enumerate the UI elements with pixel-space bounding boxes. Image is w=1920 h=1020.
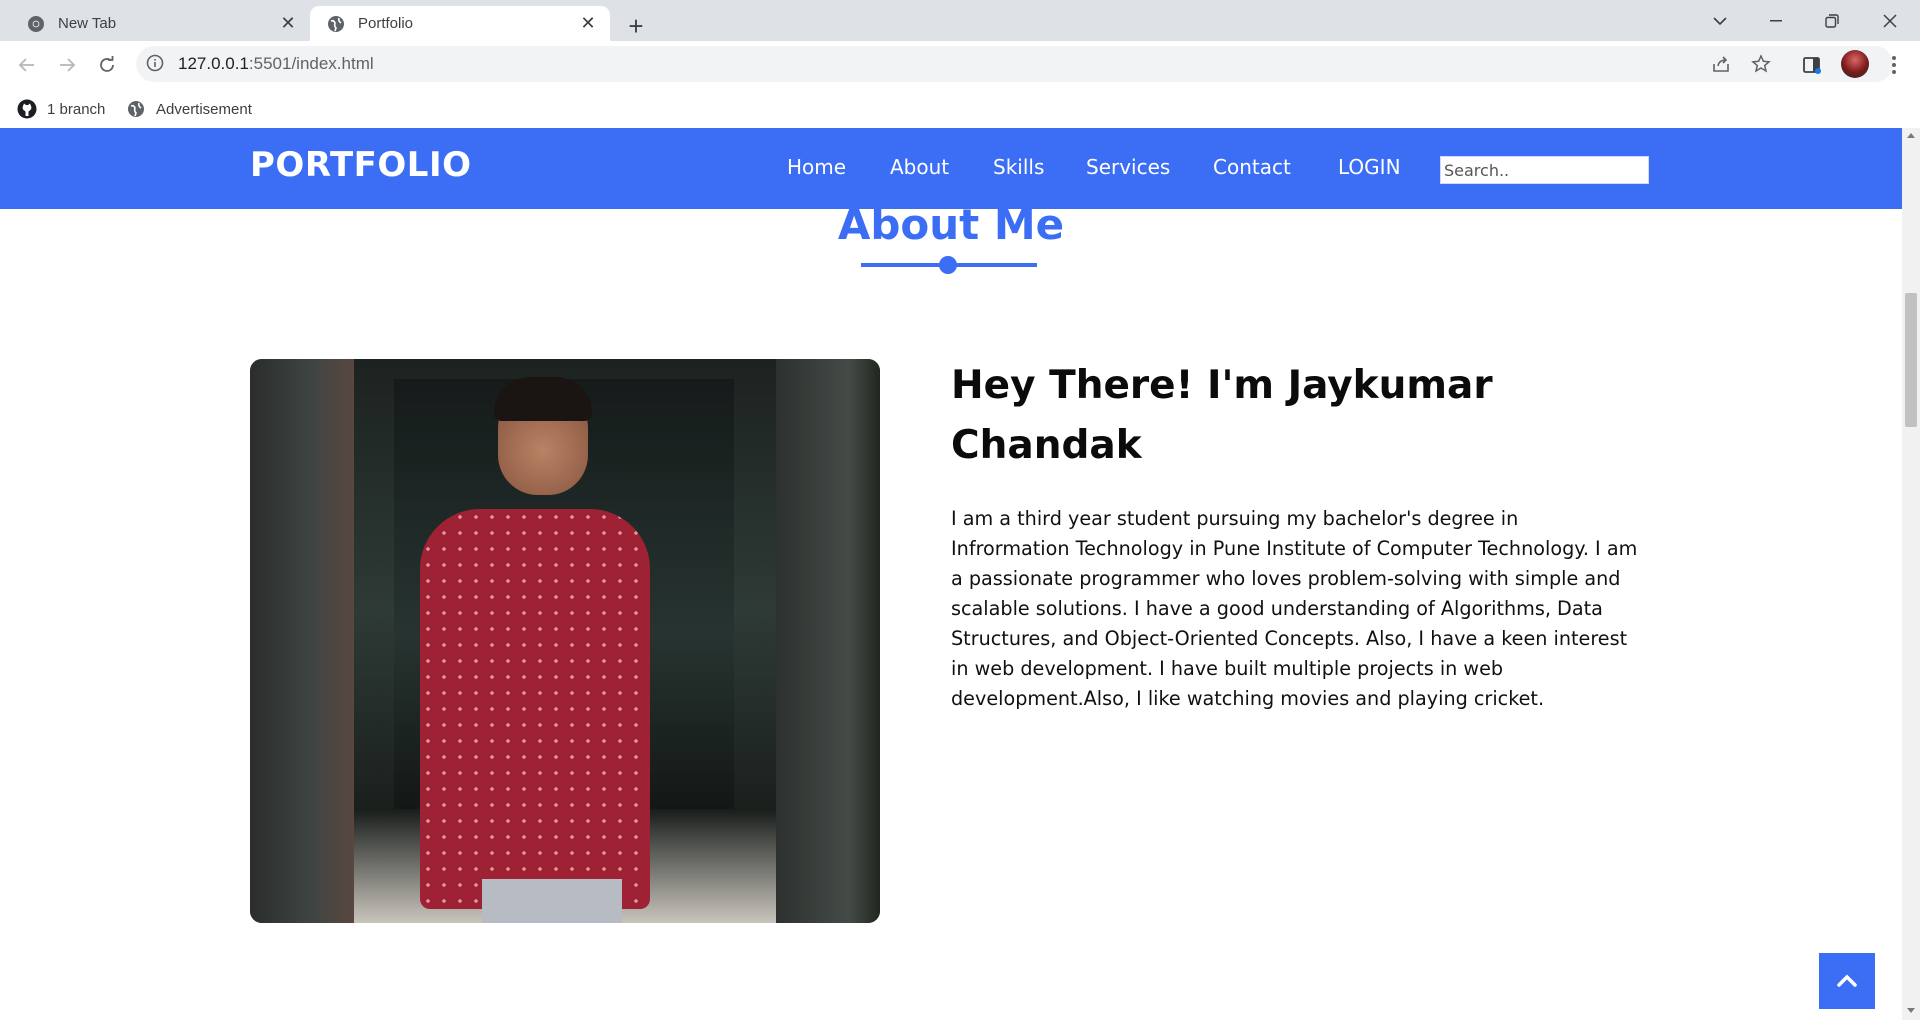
scroll-up-arrow-icon[interactable] <box>1907 133 1915 138</box>
tab-portfolio[interactable]: Portfolio ✕ <box>310 6 610 41</box>
search-input[interactable] <box>1440 156 1649 184</box>
site-navbar: PORTFOLIO Home About Skills Services Con… <box>0 128 1902 209</box>
nav-login[interactable]: LOGIN <box>1338 155 1401 179</box>
page-viewport: PORTFOLIO Home About Skills Services Con… <box>0 128 1902 1020</box>
kebab-menu-icon[interactable] <box>1884 51 1904 79</box>
star-icon[interactable] <box>1749 52 1773 76</box>
about-heading: Hey There! I'm Jaykumar Chandak <box>951 363 1493 468</box>
nav-about[interactable]: About <box>890 155 949 179</box>
globe-icon <box>326 14 346 34</box>
nav-contact[interactable]: Contact <box>1213 155 1291 179</box>
new-tab-button[interactable]: + <box>620 10 652 42</box>
tab-strip: New Tab ✕ Portfolio ✕ + <box>0 0 1920 41</box>
scroll-to-top-button[interactable] <box>1819 953 1875 1009</box>
photo-blur-right <box>776 359 880 923</box>
tab-title: Portfolio <box>358 15 414 32</box>
chevron-up-icon <box>1837 974 1857 987</box>
tab-title: New Tab <box>58 15 117 32</box>
info-icon[interactable] <box>146 54 166 74</box>
restore-button[interactable] <box>1804 0 1860 41</box>
url-path: :5501/index.html <box>248 54 374 73</box>
url-host: 127.0.0.1 <box>178 54 249 73</box>
chrome-icon <box>26 14 46 34</box>
reload-icon[interactable] <box>91 49 123 81</box>
bookmark-advertisement[interactable]: Advertisement <box>126 97 252 121</box>
sidebar-icon[interactable] <box>1796 49 1828 81</box>
bookmarks-bar: 1 branch Advertisement <box>0 89 1920 128</box>
profile-avatar[interactable] <box>1841 50 1869 78</box>
title-underline-dot <box>939 256 957 274</box>
tab-new-tab[interactable]: New Tab ✕ <box>8 6 310 41</box>
about-bio: I am a third year student pursuing my ba… <box>951 507 1638 710</box>
profile-photo <box>250 359 880 923</box>
back-arrow-icon[interactable] <box>11 49 43 81</box>
page-scrollbar[interactable] <box>1902 128 1920 1020</box>
photo-legs <box>482 879 622 923</box>
close-tab-icon[interactable]: ✕ <box>274 10 302 38</box>
photo-shirt <box>420 509 650 909</box>
site-logo[interactable]: PORTFOLIO <box>250 145 472 185</box>
github-icon <box>17 99 37 119</box>
nav-skills[interactable]: Skills <box>993 155 1044 179</box>
photo-blur-left <box>250 359 354 923</box>
minimize-button[interactable] <box>1748 0 1804 41</box>
photo-hair <box>494 377 592 421</box>
nav-home[interactable]: Home <box>787 155 846 179</box>
share-icon[interactable] <box>1709 52 1733 76</box>
browser-toolbar: 127.0.0.1:5501/index.html <box>0 41 1920 89</box>
address-bar[interactable]: 127.0.0.1:5501/index.html <box>136 46 1893 82</box>
scroll-down-arrow-icon[interactable] <box>1907 1008 1915 1013</box>
globe-icon <box>126 99 146 119</box>
close-tab-icon[interactable]: ✕ <box>574 10 602 38</box>
forward-arrow-icon[interactable] <box>51 49 83 81</box>
tab-search-icon[interactable] <box>1692 0 1748 41</box>
nav-services[interactable]: Services <box>1086 155 1170 179</box>
scrollbar-thumb[interactable] <box>1905 293 1917 427</box>
bookmark-1-branch[interactable]: 1 branch <box>17 97 105 121</box>
close-window-button[interactable] <box>1862 0 1918 41</box>
section-title: About Me <box>837 200 1065 249</box>
bookmark-label: Advertisement <box>156 100 252 118</box>
bookmark-label: 1 branch <box>47 100 106 118</box>
url-text[interactable]: 127.0.0.1:5501/index.html <box>178 54 374 74</box>
